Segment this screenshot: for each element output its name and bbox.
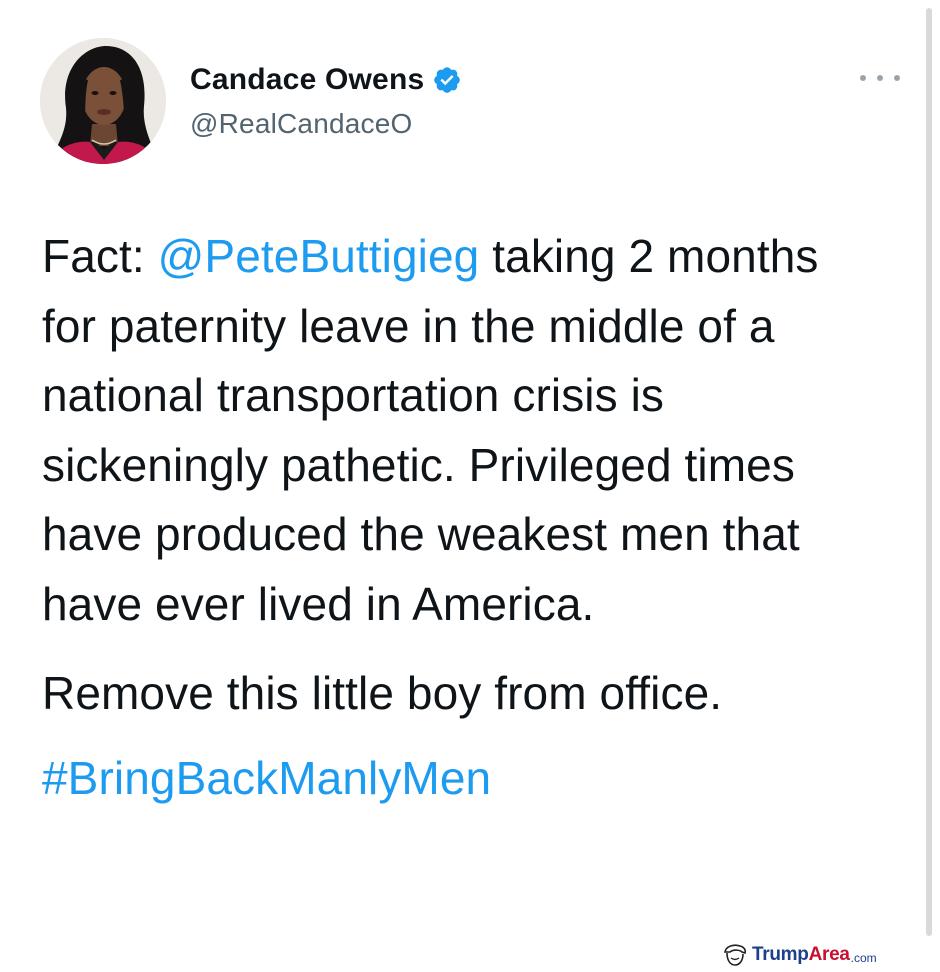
watermark-brand-suffix: .com bbox=[850, 950, 877, 965]
tweet-header: Candace Owens @RealCandaceO bbox=[40, 38, 900, 168]
scrollbar[interactable] bbox=[926, 8, 932, 936]
tweet-paragraph-2: Remove this little boy from office. bbox=[42, 667, 723, 719]
tweet-paragraph-1: Fact: @PeteButtigieg taking 2 months for… bbox=[42, 222, 882, 639]
mention-link[interactable]: @PeteButtigieg bbox=[158, 230, 480, 282]
tweet-card: Candace Owens @RealCandaceO Fact: @PeteB… bbox=[0, 0, 940, 969]
display-name[interactable]: Candace Owens bbox=[190, 63, 424, 97]
user-handle[interactable]: @RealCandaceO bbox=[190, 108, 462, 140]
trump-hair-logo-icon bbox=[722, 943, 748, 967]
author-info: Candace Owens @RealCandaceO bbox=[190, 62, 462, 140]
tweet-text-main: taking 2 months for paternity leave in t… bbox=[42, 230, 819, 630]
avatar[interactable] bbox=[40, 38, 166, 164]
tweet-text: Fact: @PeteButtigieg taking 2 months for… bbox=[42, 222, 882, 813]
tweet-paragraph-3: #BringBackManlyMen bbox=[42, 744, 882, 814]
name-row: Candace Owens bbox=[190, 62, 462, 98]
verified-badge-icon bbox=[432, 65, 462, 95]
watermark: Trump Area .com bbox=[722, 942, 877, 968]
more-options-icon[interactable] bbox=[860, 68, 900, 88]
tweet-text-prefix: Fact: bbox=[42, 230, 158, 282]
watermark-brand-part2: Area bbox=[808, 944, 850, 965]
avatar-image bbox=[40, 38, 166, 164]
watermark-brand-part1: Trump bbox=[752, 944, 809, 965]
hashtag-link[interactable]: #BringBackManlyMen bbox=[42, 752, 491, 804]
